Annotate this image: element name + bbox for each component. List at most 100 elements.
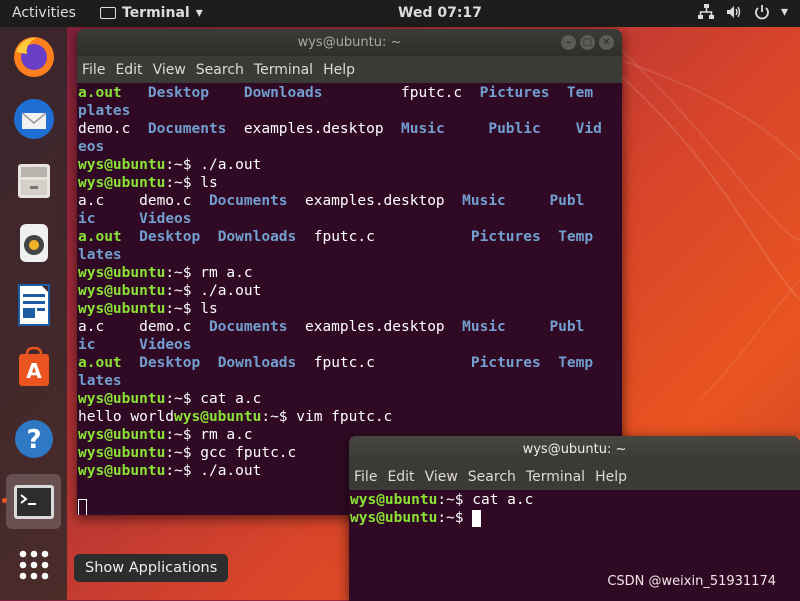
chevron-down-icon: ▾ bbox=[195, 5, 203, 21]
output-text: :~$ gcc fputc.c bbox=[165, 445, 297, 461]
terminal-app-icon bbox=[100, 7, 116, 19]
dock-item-rhythmbox[interactable] bbox=[6, 215, 61, 270]
menu-search[interactable]: Search bbox=[468, 469, 516, 485]
menu-search[interactable]: Search bbox=[196, 62, 244, 78]
output-text: :~$ ./a.out bbox=[165, 157, 262, 173]
terminal-line: demo.c Documents examples.desktop Music … bbox=[78, 120, 622, 138]
output-text: :~$ rm a.c bbox=[165, 427, 253, 443]
output-text: fputc.c bbox=[296, 229, 471, 245]
dock-item-software[interactable]: A bbox=[6, 339, 61, 394]
listing-entry: ic bbox=[78, 211, 96, 227]
listing-entry: Desktop bbox=[147, 85, 209, 101]
libreoffice-writer-icon bbox=[17, 283, 50, 326]
output-text: demo.c bbox=[78, 121, 148, 137]
prompt-text: wys@ubuntu bbox=[78, 175, 166, 191]
dock-item-terminal[interactable] bbox=[2, 474, 61, 529]
title-bar[interactable]: wys@ubuntu: ~ bbox=[349, 436, 800, 463]
prompt-text: wys@ubuntu bbox=[174, 409, 262, 425]
output-text: :~$ ./a.out bbox=[165, 463, 262, 479]
dock-item-thunderbird[interactable] bbox=[6, 91, 61, 146]
menu-file[interactable]: File bbox=[354, 469, 377, 485]
output-text: fputc.c bbox=[322, 85, 480, 101]
listing-entry: a.out bbox=[78, 355, 122, 371]
volume-icon bbox=[726, 6, 741, 18]
close-button[interactable]: ✕ bbox=[599, 35, 614, 50]
output-text: :~$ ./a.out bbox=[165, 283, 262, 299]
menu-terminal[interactable]: Terminal bbox=[526, 469, 585, 485]
terminal-line: wys@ubuntu:~$ cat a.c bbox=[350, 491, 800, 509]
terminal-line: a.out Desktop Downloads fputc.c Pictures… bbox=[78, 354, 622, 372]
listing-entry: eos bbox=[78, 139, 105, 155]
terminal-line: ic Videos bbox=[78, 210, 622, 228]
terminal-line: lates bbox=[78, 246, 622, 264]
window-title: wys@ubuntu: ~ bbox=[522, 442, 627, 457]
listing-entry: Vid bbox=[575, 121, 602, 137]
minimize-button[interactable]: – bbox=[561, 35, 576, 50]
listing-entry: Publ bbox=[549, 319, 585, 335]
menu-terminal[interactable]: Terminal bbox=[254, 62, 313, 78]
system-status-menu[interactable]: ▾ bbox=[697, 3, 788, 21]
watermark: CSDN @weixin_51931174 bbox=[607, 574, 776, 589]
dock-item-files[interactable] bbox=[6, 153, 61, 208]
listing-entry: Documents bbox=[208, 319, 288, 335]
dock-item-firefox[interactable] bbox=[6, 29, 61, 84]
listing-entry: Temp bbox=[558, 229, 594, 245]
output-text: :~$ ls bbox=[165, 175, 218, 191]
menu-bar: File Edit View Search Terminal Help bbox=[349, 463, 800, 490]
app-menu-label: Terminal bbox=[122, 5, 190, 21]
listing-entry: Music bbox=[462, 193, 506, 209]
prompt-text: wys@ubuntu bbox=[78, 157, 166, 173]
terminal-line: wys@ubuntu:~$ ./a.out bbox=[78, 282, 622, 300]
menu-help[interactable]: Help bbox=[323, 62, 355, 78]
prompt-text: wys@ubuntu bbox=[78, 427, 166, 443]
app-menu-terminal[interactable]: Terminal ▾ bbox=[100, 5, 203, 21]
dock-item-show-applications[interactable] bbox=[6, 537, 61, 592]
text-cursor bbox=[472, 509, 482, 527]
listing-entry: lates bbox=[78, 373, 122, 389]
activities-button[interactable]: Activities bbox=[12, 5, 76, 21]
terminal-icon bbox=[13, 484, 54, 519]
rhythmbox-icon bbox=[19, 223, 48, 262]
menu-help[interactable]: Help bbox=[595, 469, 627, 485]
dock-item-writer[interactable] bbox=[6, 277, 61, 332]
prompt-text: wys@ubuntu bbox=[78, 445, 166, 461]
prompt-text: wys@ubuntu bbox=[350, 492, 438, 508]
terminal-line: eos bbox=[78, 138, 622, 156]
thunderbird-icon bbox=[13, 98, 54, 139]
terminal-line: wys@ubuntu:~$ ./a.out bbox=[78, 156, 622, 174]
listing-entry: Videos bbox=[139, 337, 192, 353]
output-text: :~$ ls bbox=[165, 301, 218, 317]
clock[interactable]: Wed 07:17 bbox=[398, 5, 482, 21]
menu-edit[interactable]: Edit bbox=[115, 62, 142, 78]
dock-item-help[interactable]: ? bbox=[6, 411, 61, 466]
menu-edit[interactable]: Edit bbox=[387, 469, 414, 485]
terminal-line: hello worldwys@ubuntu:~$ vim fputc.c bbox=[78, 408, 622, 426]
title-bar[interactable]: wys@ubuntu: ~ – □ ✕ bbox=[77, 29, 622, 56]
listing-entry: Downloads bbox=[217, 229, 297, 245]
menu-view[interactable]: View bbox=[425, 469, 458, 485]
svg-text:?: ? bbox=[26, 425, 41, 455]
listing-entry: Desktop bbox=[139, 355, 201, 371]
maximize-button[interactable]: □ bbox=[580, 35, 595, 50]
prompt-text: wys@ubuntu bbox=[78, 301, 166, 317]
output-text: hello world bbox=[78, 409, 175, 425]
help-icon: ? bbox=[14, 419, 53, 458]
menu-file[interactable]: File bbox=[82, 62, 105, 78]
prompt-text: wys@ubuntu bbox=[78, 463, 166, 479]
listing-entry: Music bbox=[401, 121, 445, 137]
show-applications-tooltip: Show Applications bbox=[74, 554, 229, 582]
listing-entry: Downloads bbox=[243, 85, 323, 101]
software-center-icon: A bbox=[18, 346, 49, 386]
terminal-line: a.out Desktop Downloads fputc.c Pictures… bbox=[78, 228, 622, 246]
files-icon bbox=[17, 163, 50, 198]
menu-view[interactable]: View bbox=[153, 62, 186, 78]
